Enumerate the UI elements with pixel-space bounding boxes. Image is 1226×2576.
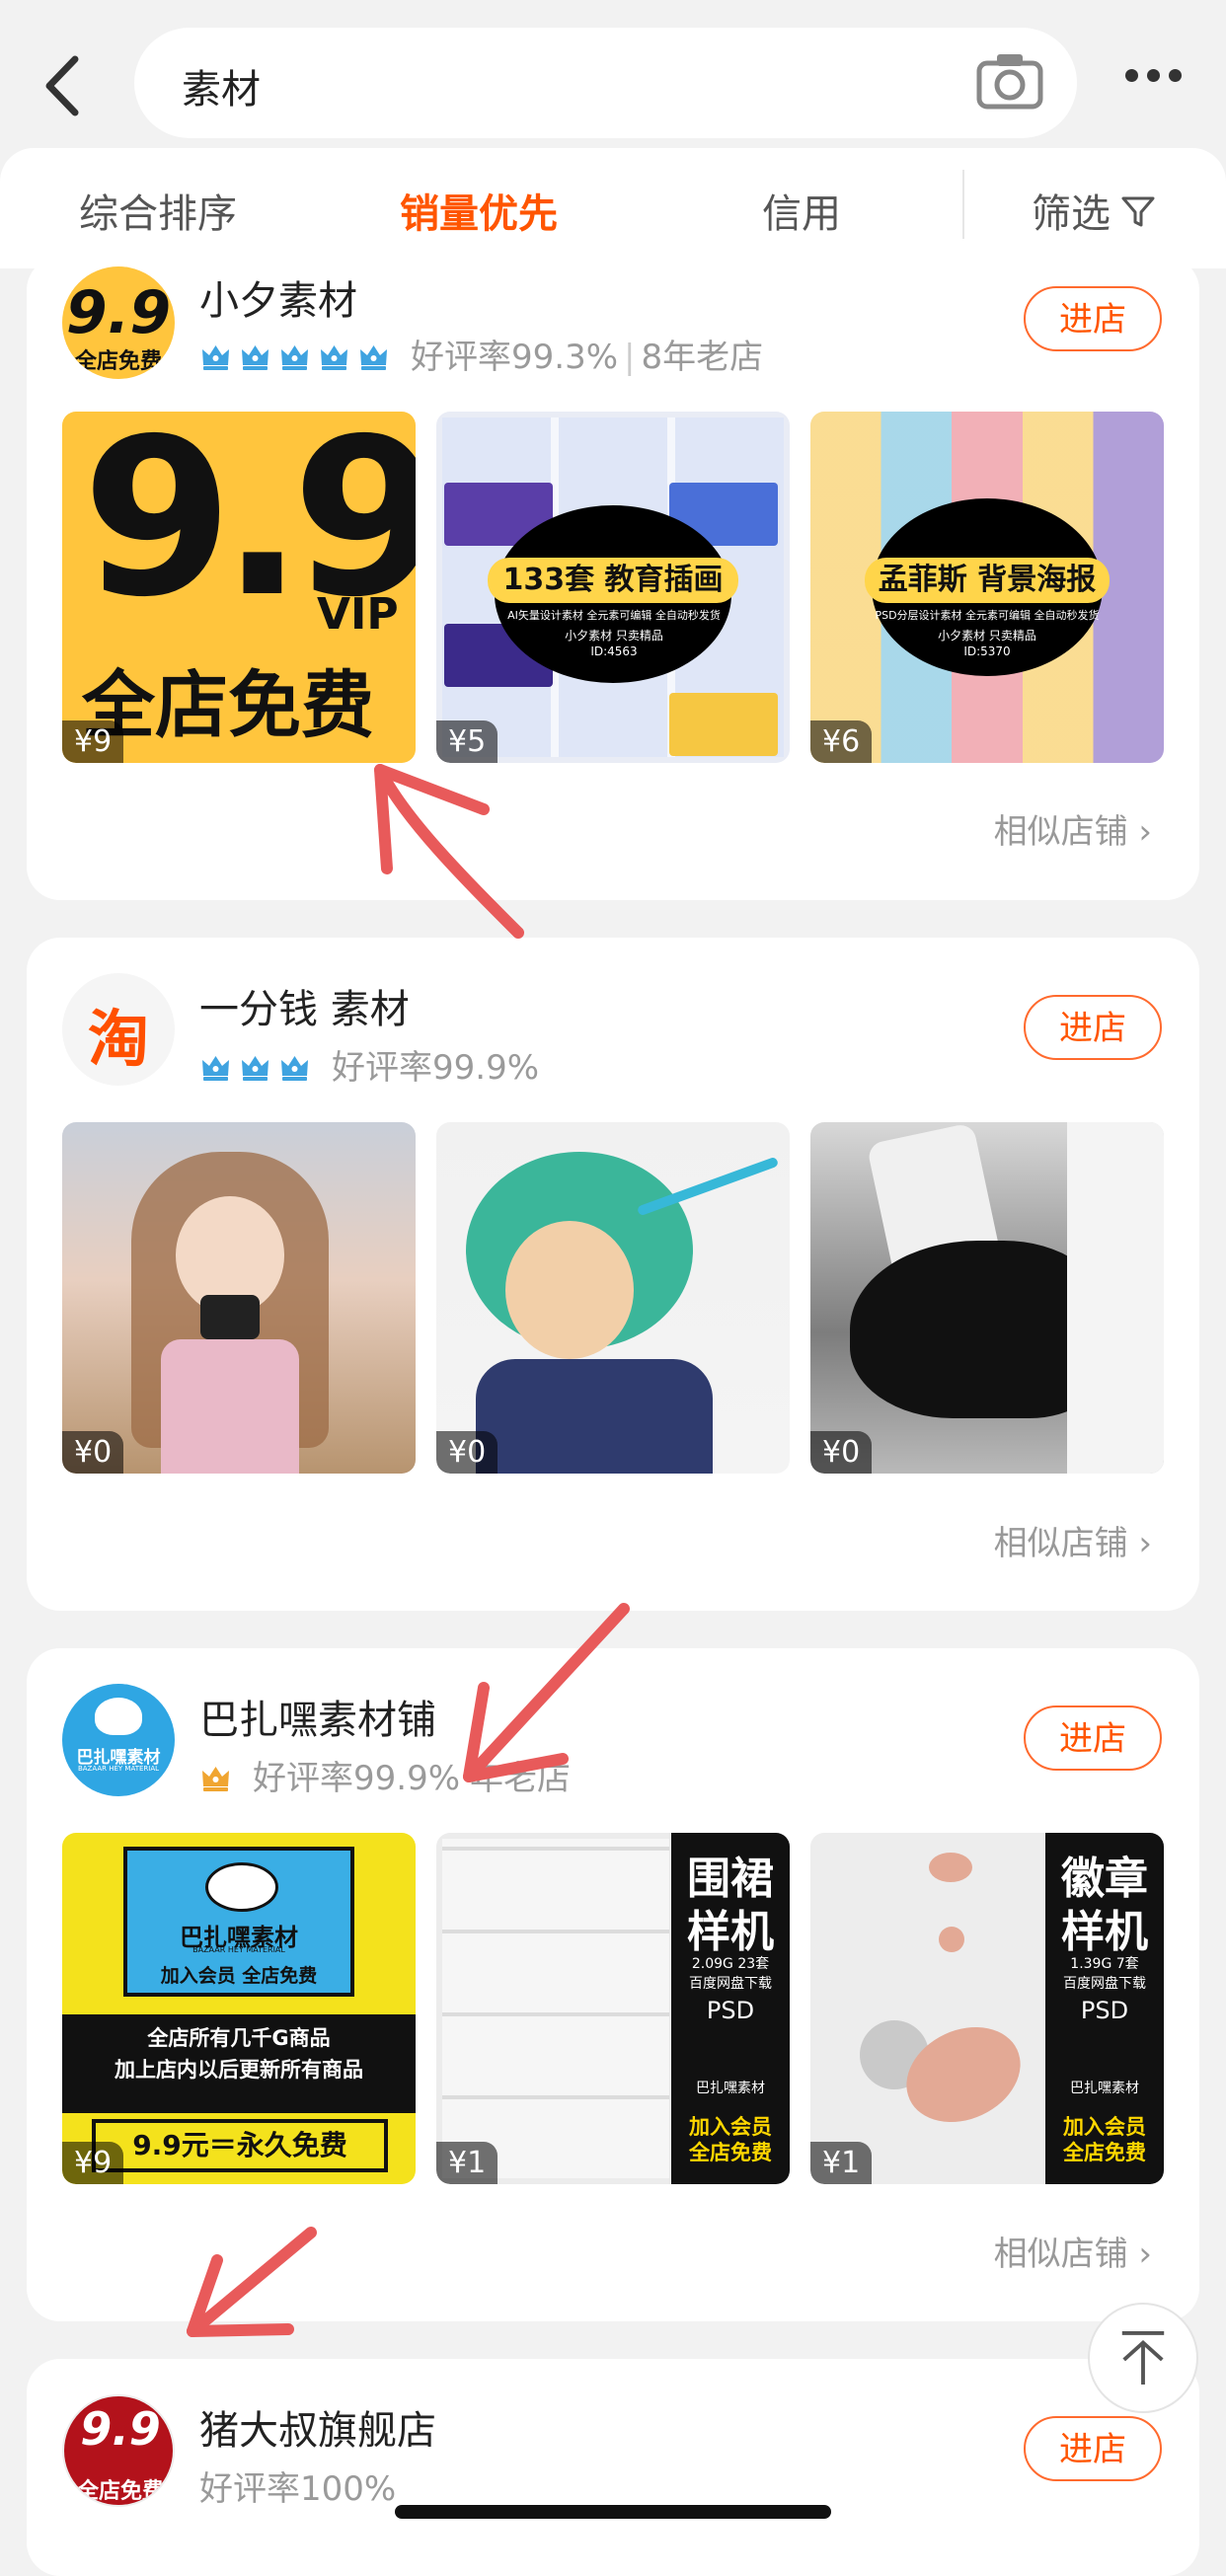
product-thumb[interactable]: 孟菲斯 背景海报 PSD分层设计素材 全元素可编辑 全自动秒发货 小夕素材 只卖… <box>810 412 1164 763</box>
product-row: 9.9 VIP 全店免费 ¥9 133套 教育插画 AI矢量设计素材 全元素可编… <box>62 412 1164 763</box>
shop-rating: 好评率100% <box>199 2469 397 2509</box>
shop-rating: 好评率99.3% | 8年老店 <box>199 330 763 378</box>
tab-filter[interactable]: 筛选 <box>1032 182 1111 239</box>
crown-rating-icons <box>199 338 397 377</box>
shop-name[interactable]: 小夕素材 <box>199 268 357 326</box>
crown-icon <box>281 1056 308 1081</box>
shop-logo[interactable]: 9.9 全店免费 <box>62 266 175 379</box>
shop-card[interactable]: 9.9 全店免费 猪大叔旗舰店 好评率100% 进店 <box>27 2359 1199 2576</box>
divider <box>962 170 964 239</box>
crown-icon <box>360 345 387 370</box>
product-thumb[interactable]: ¥0 <box>62 1122 416 1474</box>
back-arrow-icon[interactable] <box>38 51 87 120</box>
tab-sales-first[interactable]: 销量优先 <box>400 182 558 239</box>
enter-shop-button[interactable]: 进店 <box>1024 995 1162 1060</box>
crown-icon <box>202 1767 229 1791</box>
crown-icon <box>321 345 347 370</box>
similar-shops-link[interactable]: 相似店铺 › <box>994 1516 1152 1564</box>
product-thumb[interactable]: 133套 教育插画 AI矢量设计素材 全元素可编辑 全自动秒发货 小夕素材 只卖… <box>436 412 790 763</box>
crown-icon <box>281 345 308 370</box>
product-row: ¥0 ¥0 ¥0 <box>62 1122 1164 1474</box>
price-badge: ¥6 <box>810 720 873 763</box>
price-badge: ¥0 <box>810 1431 873 1474</box>
product-thumb[interactable]: 9.9 VIP 全店免费 ¥9 <box>62 412 416 763</box>
shop-logo[interactable]: 淘 <box>62 973 175 1086</box>
more-options-icon[interactable] <box>1125 67 1194 97</box>
price-badge: ¥1 <box>436 2142 498 2184</box>
shop-name[interactable]: 猪大叔旗舰店 <box>199 2398 436 2456</box>
similar-shops-link[interactable]: 相似店铺 › <box>994 2227 1152 2275</box>
shop-card[interactable]: 淘 一分钱 素材 好评率99.9% 进店 ¥0 ¥0 ¥0 相似店铺 › <box>27 938 1199 1611</box>
tab-comprehensive[interactable]: 综合排序 <box>79 182 237 239</box>
price-badge: ¥5 <box>436 720 498 763</box>
price-badge: ¥0 <box>436 1431 498 1474</box>
back-to-top-button[interactable] <box>1088 2303 1198 2413</box>
crown-rating-icons <box>199 1759 239 1798</box>
shop-card[interactable]: 巴扎嘿素材 BAZAAR HEY MATERIAL 巴扎嘿素材铺 好评率99.9… <box>27 1648 1199 2321</box>
shop-name[interactable]: 巴扎嘿素材铺 <box>199 1688 436 1745</box>
sort-bar: 综合排序 销量优先 信用 筛选 <box>0 148 1226 268</box>
search-query[interactable]: 素材 <box>182 57 261 114</box>
enter-shop-button[interactable]: 进店 <box>1024 286 1162 351</box>
shop-name[interactable]: 一分钱 素材 <box>199 977 410 1034</box>
crown-icon <box>202 1056 229 1081</box>
shop-logo[interactable]: 巴扎嘿素材 BAZAAR HEY MATERIAL <box>62 1684 175 1796</box>
camera-icon[interactable] <box>975 49 1044 113</box>
product-row: 巴扎嘿素材 BAZAAR HEY MATERIAL 加入会员 全店免费 全店所有… <box>62 1833 1164 2184</box>
product-thumb[interactable]: ¥0 <box>810 1122 1164 1474</box>
product-thumb[interactable]: ¥0 <box>436 1122 790 1474</box>
home-indicator <box>395 2505 831 2519</box>
product-thumb[interactable]: 徽章 样机 1.39G 7套 百度网盘下载 PSD 巴扎嘿素材 加入会员 全店免… <box>810 1833 1164 2184</box>
search-box[interactable]: 素材 <box>134 28 1077 138</box>
shop-rating: 好评率99.9% 年老店 <box>199 1751 571 1799</box>
product-thumb[interactable]: 围裙 样机 2.09G 23套 百度网盘下载 PSD 巴扎嘿素材 加入会员 全店… <box>436 1833 790 2184</box>
price-badge: ¥9 <box>62 720 124 763</box>
crown-icon <box>242 345 268 370</box>
price-badge: ¥9 <box>62 2142 124 2184</box>
shop-card[interactable]: 9.9 全店免费 小夕素材 好评率99.3% | 8年老店 进店 9.9 VIP 全… <box>27 257 1199 900</box>
crown-rating-icons <box>199 1048 318 1088</box>
top-bar: 素材 <box>0 0 1226 148</box>
shop-rating: 好评率99.9% <box>199 1040 539 1089</box>
filter-icon[interactable] <box>1120 193 1156 229</box>
price-badge: ¥1 <box>810 2142 873 2184</box>
crown-icon <box>202 345 229 370</box>
crown-icon <box>242 1056 268 1081</box>
shop-logo[interactable]: 9.9 全店免费 <box>62 2394 175 2507</box>
tab-credit[interactable]: 信用 <box>762 182 841 239</box>
enter-shop-button[interactable]: 进店 <box>1024 1705 1162 1771</box>
arrow-up-icon <box>1121 2331 1165 2385</box>
product-thumb[interactable]: 巴扎嘿素材 BAZAAR HEY MATERIAL 加入会员 全店免费 全店所有… <box>62 1833 416 2184</box>
similar-shops-link[interactable]: 相似店铺 › <box>994 804 1152 853</box>
enter-shop-button[interactable]: 进店 <box>1024 2416 1162 2481</box>
price-badge: ¥0 <box>62 1431 124 1474</box>
